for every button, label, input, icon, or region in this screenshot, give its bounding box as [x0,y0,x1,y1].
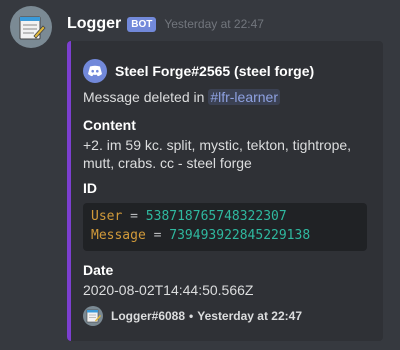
embed-accent-bar [67,41,71,341]
embed-description: Message deleted in #lfr-learner [83,89,281,105]
user-avatar[interactable] [10,6,52,48]
bot-tag: BOT [127,16,157,32]
code-line-user: User = 538718765748322307 [91,209,287,224]
field-content-value: +2. im 59 kc. split, mystic, tekton, tig… [83,137,352,171]
code-equals: = [153,228,162,243]
message-header: Logger BOT Yesterday at 22:47 [67,15,264,33]
code-equals: = [130,209,138,224]
footer-timestamp: Yesterday at 22:47 [197,309,302,323]
footer-username: Logger#6088 [111,309,186,323]
description-text: Message deleted in [83,89,205,105]
footer-text: Logger#6088 • Yesterday at 22:47 [111,309,302,323]
field-date-name: Date [83,262,114,278]
code-key: Message [91,228,146,243]
code-line-message: Message = 739493922845229138 [91,228,310,243]
username[interactable]: Logger [67,15,121,33]
discord-logo-icon [83,59,107,83]
channel-mention[interactable]: #lfr-learner [208,89,281,105]
code-block: User = 538718765748322307 Message = 7394… [83,203,367,251]
code-value: 538718765748322307 [145,209,287,224]
chat-message: Logger BOT Yesterday at 22:47 Steel Forg… [0,0,400,350]
embed-author-name: Steel Forge#2565 (steel forge) [115,63,315,79]
embed: Steel Forge#2565 (steel forge) Message d… [67,41,383,341]
code-value: 739493922845229138 [169,228,311,243]
notepad-icon [19,16,46,40]
embed-footer: Logger#6088 • Yesterday at 22:47 [83,306,302,326]
embed-author: Steel Forge#2565 (steel forge) [83,59,314,83]
field-content-name: Content [83,117,136,133]
footer-separator: • [189,309,194,323]
code-key: User [91,209,123,224]
field-id-name: ID [83,180,97,196]
notepad-icon [83,306,103,326]
field-date-value: 2020-08-02T14:44:50.566Z [83,282,254,298]
message-timestamp: Yesterday at 22:47 [164,17,264,31]
